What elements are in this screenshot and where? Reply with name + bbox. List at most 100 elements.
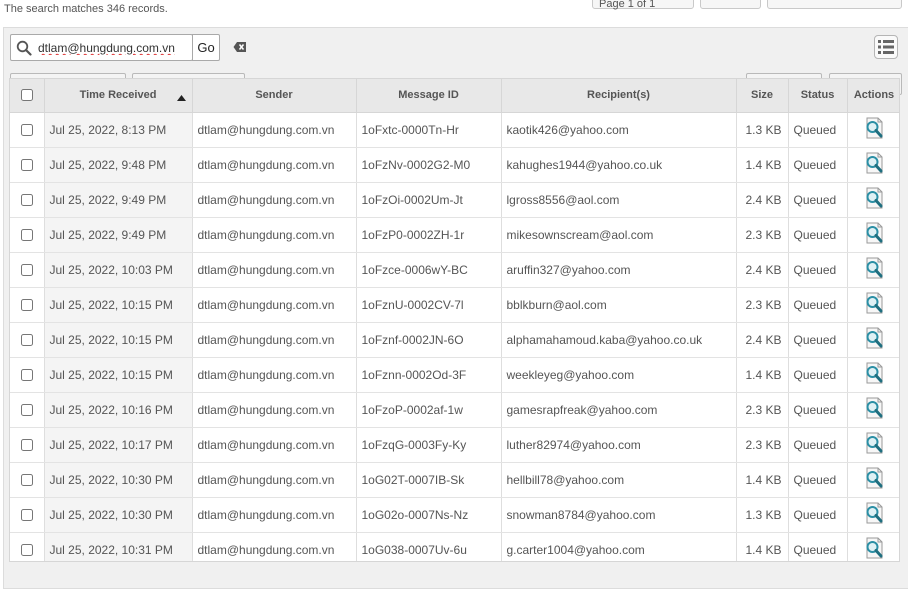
search-input[interactable] <box>36 38 188 58</box>
size-cell: 1.4 KB <box>736 357 789 393</box>
status-cell: Queued <box>788 322 848 358</box>
actions-cell <box>847 462 899 498</box>
message-id-cell: 1oFxtc-0000Tn-Hr <box>356 112 502 148</box>
magnifier-details-icon[interactable] <box>862 396 886 423</box>
status-cell: Queued <box>788 357 848 393</box>
size-cell: 1.4 KB <box>736 147 789 183</box>
size-cell: 1.4 KB <box>736 532 789 561</box>
column-header-time-label: Time Received <box>79 89 157 102</box>
row-checkbox[interactable] <box>20 159 33 172</box>
column-header-time[interactable]: Time Received <box>44 79 193 113</box>
row-checkbox[interactable] <box>20 229 33 242</box>
magnifier-details-icon[interactable] <box>862 466 886 493</box>
row-checkbox[interactable] <box>20 124 33 137</box>
row-checkbox[interactable] <box>20 299 33 312</box>
page-jump-input[interactable] <box>767 0 902 9</box>
recipients-cell: gamesrapfreak@yahoo.com <box>501 392 737 428</box>
table-row[interactable]: Jul 25, 2022, 10:15 PM dtlam@hungdung.co… <box>10 287 899 323</box>
row-select-cell <box>10 112 45 148</box>
table-row[interactable]: Jul 25, 2022, 9:49 PM dtlam@hungdung.com… <box>10 182 899 218</box>
column-header-recipients[interactable]: Recipient(s) <box>501 79 737 113</box>
message-id-cell: 1oG038-0007Uv-6u <box>356 532 502 561</box>
size-cell: 2.4 KB <box>736 182 789 218</box>
magnifier-details-icon[interactable] <box>862 326 886 353</box>
row-checkbox[interactable] <box>20 369 33 382</box>
table-row[interactable]: Jul 25, 2022, 10:31 PM dtlam@hungdung.co… <box>10 532 899 561</box>
table-row[interactable]: Jul 25, 2022, 10:03 PM dtlam@hungdung.co… <box>10 252 899 288</box>
magnifier-details-icon[interactable] <box>862 186 886 213</box>
table-row[interactable]: Jul 25, 2022, 10:30 PM dtlam@hungdung.co… <box>10 497 899 533</box>
magnifier-details-icon[interactable] <box>862 501 886 528</box>
row-checkbox[interactable] <box>20 404 33 417</box>
sender-cell: dtlam@hungdung.com.vn <box>192 392 357 428</box>
table-row[interactable]: Jul 25, 2022, 10:17 PM dtlam@hungdung.co… <box>10 427 899 463</box>
row-checkbox[interactable] <box>20 474 33 487</box>
message-id-cell: 1oFzOi-0002Um-Jt <box>356 182 502 218</box>
go-button[interactable]: Go <box>192 34 220 61</box>
row-checkbox[interactable] <box>20 194 33 207</box>
time-received-cell: Jul 25, 2022, 10:31 PM <box>44 532 193 561</box>
table-row[interactable]: Jul 25, 2022, 10:15 PM dtlam@hungdung.co… <box>10 357 899 393</box>
row-checkbox[interactable] <box>20 264 33 277</box>
select-all-checkbox[interactable] <box>20 89 33 102</box>
recipients-cell: aruffin327@yahoo.com <box>501 252 737 288</box>
message-id-cell: 1oG02T-0007IB-Sk <box>356 462 502 498</box>
sender-cell: dtlam@hungdung.com.vn <box>192 427 357 463</box>
time-received-cell: Jul 25, 2022, 9:48 PM <box>44 147 193 183</box>
magnifier-details-icon[interactable] <box>862 151 886 178</box>
row-checkbox[interactable] <box>20 334 33 347</box>
column-header-sender[interactable]: Sender <box>192 79 357 113</box>
table-row[interactable]: Jul 25, 2022, 10:16 PM dtlam@hungdung.co… <box>10 392 899 428</box>
sender-cell: dtlam@hungdung.com.vn <box>192 147 357 183</box>
table-row[interactable]: Jul 25, 2022, 9:49 PM dtlam@hungdung.com… <box>10 217 899 253</box>
row-select-cell <box>10 392 45 428</box>
sender-cell: dtlam@hungdung.com.vn <box>192 462 357 498</box>
actions-cell <box>847 427 899 463</box>
size-cell: 1.3 KB <box>736 497 789 533</box>
page-size-select[interactable] <box>700 0 761 9</box>
message-id-cell: 1oFzce-0006wY-BC <box>356 252 502 288</box>
time-received-cell: Jul 25, 2022, 9:49 PM <box>44 217 193 253</box>
table-header-row: Time Received Sender Message ID Recipien… <box>10 79 899 113</box>
row-select-cell <box>10 462 45 498</box>
actions-cell <box>847 252 899 288</box>
magnifier-details-icon[interactable] <box>862 221 886 248</box>
page-indicator[interactable]: Page 1 of 1 <box>592 0 694 10</box>
table-row[interactable]: Jul 25, 2022, 9:48 PM dtlam@hungdung.com… <box>10 147 899 183</box>
time-received-cell: Jul 25, 2022, 8:13 PM <box>44 112 193 148</box>
table-row[interactable]: Jul 25, 2022, 10:30 PM dtlam@hungdung.co… <box>10 462 899 498</box>
queue-table: Time Received Sender Message ID Recipien… <box>9 78 900 562</box>
magnifier-details-icon[interactable] <box>862 291 886 318</box>
sender-cell: dtlam@hungdung.com.vn <box>192 217 357 253</box>
status-cell: Queued <box>788 462 848 498</box>
actions-cell <box>847 497 899 533</box>
clear-filter-icon[interactable] <box>233 41 247 56</box>
row-select-cell <box>10 182 45 218</box>
list-view-toggle[interactable] <box>874 35 898 59</box>
status-cell: Queued <box>788 112 848 148</box>
table-row[interactable]: Jul 25, 2022, 10:15 PM dtlam@hungdung.co… <box>10 322 899 358</box>
magnifier-details-icon[interactable] <box>862 361 886 388</box>
row-checkbox[interactable] <box>20 509 33 522</box>
magnifier-details-icon[interactable] <box>862 536 886 561</box>
magnifier-details-icon[interactable] <box>862 116 886 143</box>
sender-cell: dtlam@hungdung.com.vn <box>192 322 357 358</box>
sender-cell: dtlam@hungdung.com.vn <box>192 252 357 288</box>
top-bar: The search matches 346 records. Page 1 o… <box>0 0 908 27</box>
message-id-cell: 1oG02o-0007Ns-Nz <box>356 497 502 533</box>
magnifier-details-icon[interactable] <box>862 431 886 458</box>
column-header-status[interactable]: Status <box>788 79 848 113</box>
row-checkbox[interactable] <box>20 439 33 452</box>
column-header-message-id[interactable]: Message ID <box>356 79 502 113</box>
actions-cell <box>847 322 899 358</box>
status-cell: Queued <box>788 147 848 183</box>
row-select-cell <box>10 147 45 183</box>
row-checkbox[interactable] <box>20 544 33 557</box>
size-cell: 1.4 KB <box>736 462 789 498</box>
time-received-cell: Jul 25, 2022, 10:15 PM <box>44 322 193 358</box>
message-id-cell: 1oFzoP-0002af-1w <box>356 392 502 428</box>
table-row[interactable]: Jul 25, 2022, 8:13 PM dtlam@hungdung.com… <box>10 112 899 148</box>
magnifier-details-icon[interactable] <box>862 256 886 283</box>
search-icon <box>16 40 32 59</box>
column-header-size[interactable]: Size <box>736 79 789 113</box>
